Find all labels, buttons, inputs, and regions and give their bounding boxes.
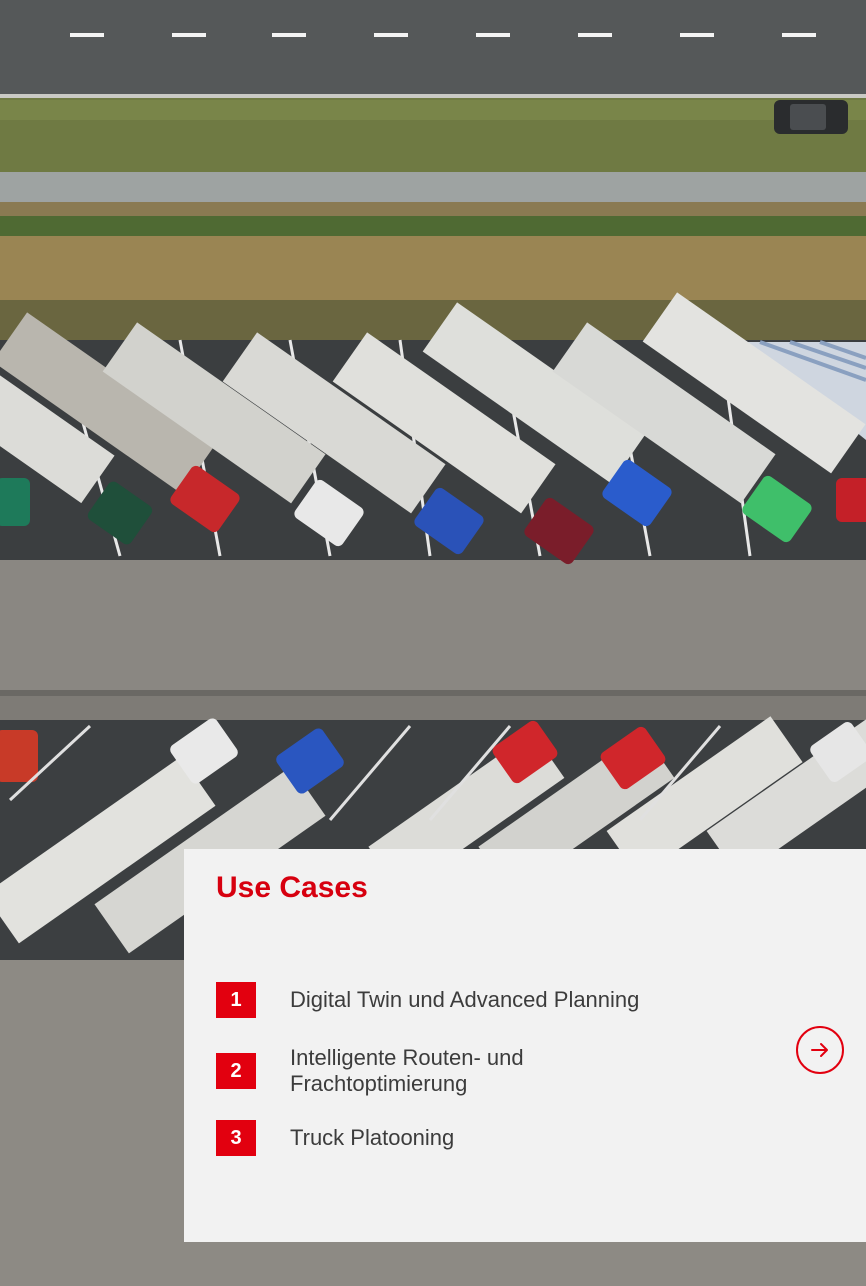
use-cases-card: Use Cases 1 Digital Twin und Advanced Pl… bbox=[184, 849, 866, 1242]
use-case-label: Intelligente Routen- und Frachtoptimieru… bbox=[290, 1045, 524, 1096]
use-case-item-3[interactable]: 3 Truck Platooning bbox=[216, 1120, 750, 1156]
next-arrow-button[interactable] bbox=[796, 1026, 844, 1074]
arrow-right-icon bbox=[811, 1043, 828, 1057]
card-title: Use Cases bbox=[216, 871, 368, 904]
use-case-number-badge: 2 bbox=[216, 1053, 256, 1089]
use-case-number-badge: 1 bbox=[216, 982, 256, 1018]
use-case-number-badge: 3 bbox=[216, 1120, 256, 1156]
use-case-item-1[interactable]: 1 Digital Twin und Advanced Planning bbox=[216, 982, 750, 1018]
use-case-item-2[interactable]: 2 Intelligente Routen- und Frachtoptimie… bbox=[216, 1045, 590, 1097]
use-case-label: Truck Platooning bbox=[290, 1125, 455, 1150]
use-case-label: Digital Twin und Advanced Planning bbox=[290, 987, 640, 1012]
